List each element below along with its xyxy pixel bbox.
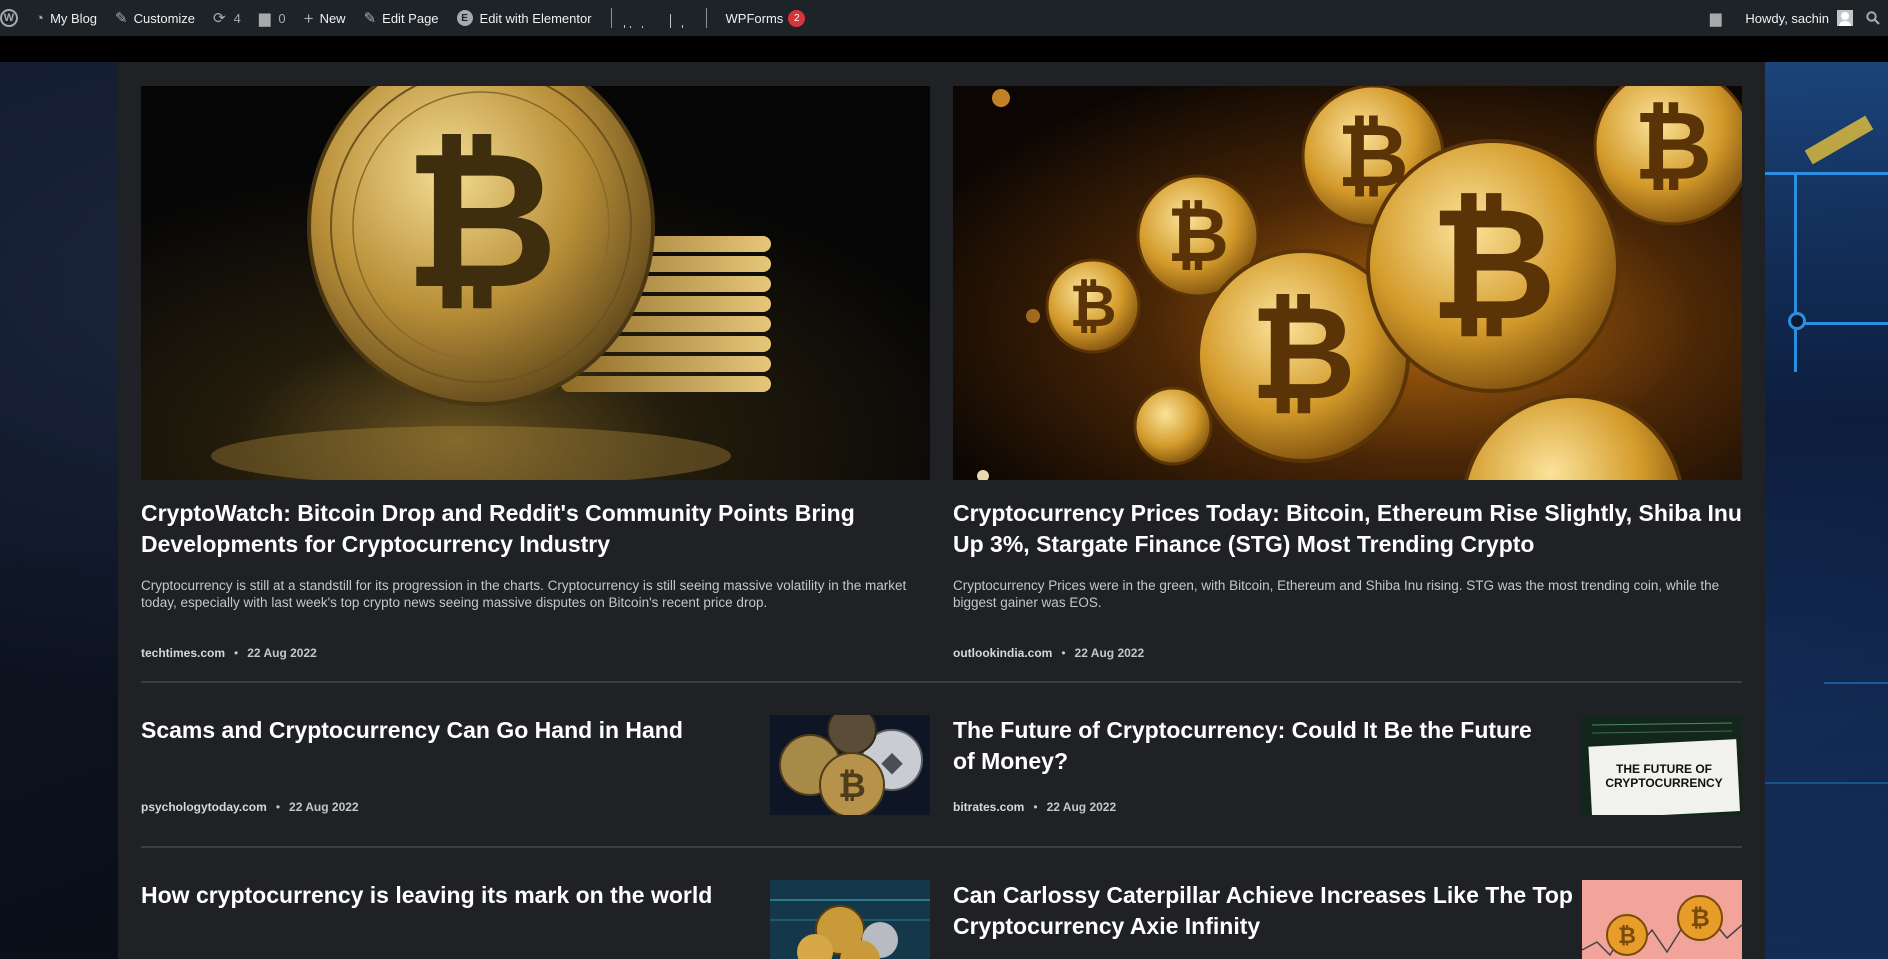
article-5-thumbnail[interactable] [770, 880, 930, 959]
article-4-thumbnail[interactable]: THE FUTURE OF CRYPTOCURRENCY [1582, 715, 1742, 815]
article-1-title[interactable]: CryptoWatch: Bitcoin Drop and Reddit's C… [141, 498, 930, 560]
section-divider [141, 846, 1742, 848]
meta-separator: • [275, 800, 281, 814]
edit-page-link[interactable]: ✎ Edit Page [355, 0, 448, 36]
pencil-icon: ✎ [363, 9, 377, 27]
article-2-meta: outlookindia.com • 22 Aug 2022 [953, 646, 1144, 660]
meta-separator: • [1061, 646, 1066, 660]
site-name-link[interactable]: ◔ My Blog [26, 0, 106, 36]
edit-with-elementor-link[interactable]: E Edit with Elementor [448, 0, 601, 36]
list-item: Can Carlossy Caterpillar Achieve Increas… [953, 880, 1742, 959]
article-4-thumbnail-line-1: THE FUTURE OF [1616, 762, 1712, 776]
new-label: New [319, 10, 346, 26]
notification-icon: ▆ [1709, 9, 1722, 27]
customize-label: Customize [133, 10, 196, 26]
edit-page-label: Edit Page [382, 10, 439, 26]
article-6-coin-symbol-1: ₿ [1618, 924, 1636, 949]
article-3-meta: psychologytoday.com • 22 Aug 2022 [141, 800, 359, 814]
header-strip [0, 36, 1888, 62]
notifications-link[interactable]: ▆ [1701, 0, 1737, 36]
plus-icon: + [303, 8, 314, 28]
list-item: Scams and Cryptocurrency Can Go Hand in … [141, 715, 930, 815]
performance-graph[interactable] [610, 8, 707, 28]
updates-count: 4 [233, 10, 241, 26]
featured-article-2: ₿ ₿ ₿ ₿ ₿ ₿ Cryptocurrency Prices Today:… [953, 86, 1742, 660]
article-4-meta: bitrates.com • 22 Aug 2022 [953, 800, 1116, 814]
article-2-coin-symbol-2: ₿ [1167, 190, 1229, 279]
my-account-menu[interactable]: Howdy, sachin [1736, 0, 1862, 36]
site-name-label: My Blog [50, 10, 98, 26]
featured-article-1: ₿ CryptoWatch: Bitcoin Drop and Reddit's… [141, 86, 930, 660]
list-item: The Future of Cryptocurrency: Could It B… [953, 715, 1742, 815]
article-2-source[interactable]: outlookindia.com [953, 646, 1052, 660]
section-divider [141, 681, 1742, 683]
comment-icon: ▆ [258, 9, 271, 27]
search-toggle[interactable] [1862, 0, 1888, 36]
article-6-coin-symbol-2: ₿ [1690, 904, 1710, 932]
article-2-coin-symbol-5: ₿ [1429, 173, 1556, 355]
wordpress-menu[interactable]: W [0, 0, 26, 36]
article-3-thumbnail[interactable]: ◆ ₿ [770, 715, 930, 815]
article-1-coin-symbol: ₿ [404, 110, 559, 331]
list-item: How cryptocurrency is leaving its mark o… [141, 880, 930, 959]
brush-icon: ✎ [115, 9, 128, 27]
background-circuit-art [1764, 62, 1888, 959]
article-6-thumbnail[interactable]: ₿ ₿ [1582, 880, 1742, 959]
article-2-coin-symbol-1: ₿ [1069, 272, 1116, 340]
comments-count: 0 [278, 10, 286, 26]
wpforms-label: WPForms [725, 10, 784, 26]
article-1-source[interactable]: techtimes.com [141, 646, 225, 660]
updates-icon: ⟳ [213, 9, 226, 27]
meta-separator: • [1033, 800, 1038, 814]
article-4-thumbnail-line-2: CRYPTOCURRENCY [1605, 776, 1722, 790]
article-2-date: 22 Aug 2022 [1074, 646, 1145, 660]
article-2-coin-symbol-6: ₿ [1634, 90, 1712, 202]
wpforms-menu[interactable]: WPForms 2 [717, 0, 815, 36]
search-icon [1866, 11, 1880, 25]
wpforms-notification-badge: 2 [788, 9, 806, 27]
article-1-date: 22 Aug 2022 [247, 646, 317, 660]
comments-link[interactable]: ▆ 0 [250, 0, 295, 36]
article-1-meta: techtimes.com • 22 Aug 2022 [141, 646, 317, 660]
article-1-image[interactable]: ₿ [141, 86, 930, 480]
article-6-title[interactable]: Can Carlossy Caterpillar Achieve Increas… [953, 880, 1573, 942]
article-2-title[interactable]: Cryptocurrency Prices Today: Bitcoin, Et… [953, 498, 1742, 560]
customize-link[interactable]: ✎ Customize [106, 0, 204, 36]
new-content-link[interactable]: + New [295, 0, 355, 36]
howdy-label: Howdy, sachin [1745, 10, 1829, 26]
article-1-excerpt: Cryptocurrency is still at a standstill … [141, 578, 907, 610]
wordpress-logo-icon: W [0, 9, 18, 27]
article-2-image[interactable]: ₿ ₿ ₿ ₿ ₿ ₿ [953, 86, 1742, 480]
article-3-title[interactable]: Scams and Cryptocurrency Can Go Hand in … [141, 715, 761, 746]
article-2-excerpt: Cryptocurrency Prices were in the green,… [953, 578, 1720, 610]
wp-admin-bar: W ◔ My Blog ✎ Customize ⟳ 4 ▆ 0 + New ✎ … [0, 0, 1888, 36]
dashboard-icon: ◔ [35, 9, 45, 27]
ethereum-icon: ◆ [881, 745, 903, 778]
article-3-source[interactable]: psychologytoday.com [141, 800, 267, 814]
article-2-coin-symbol-4: ₿ [1250, 277, 1356, 429]
article-4-source[interactable]: bitrates.com [953, 800, 1024, 814]
updates-link[interactable]: ⟳ 4 [204, 0, 250, 36]
news-feed-panel: ₿ CryptoWatch: Bitcoin Drop and Reddit's… [118, 62, 1765, 959]
article-4-date: 22 Aug 2022 [1046, 800, 1117, 814]
article-3-date: 22 Aug 2022 [289, 800, 359, 814]
article-5-title[interactable]: How cryptocurrency is leaving its mark o… [141, 880, 761, 911]
elementor-icon: E [456, 10, 473, 26]
article-4-title[interactable]: The Future of Cryptocurrency: Could It B… [953, 715, 1553, 777]
meta-separator: • [234, 646, 239, 660]
edit-elementor-label: Edit with Elementor [479, 10, 592, 26]
article-3-coin-symbol: ₿ [838, 766, 866, 806]
user-avatar [1837, 10, 1853, 26]
